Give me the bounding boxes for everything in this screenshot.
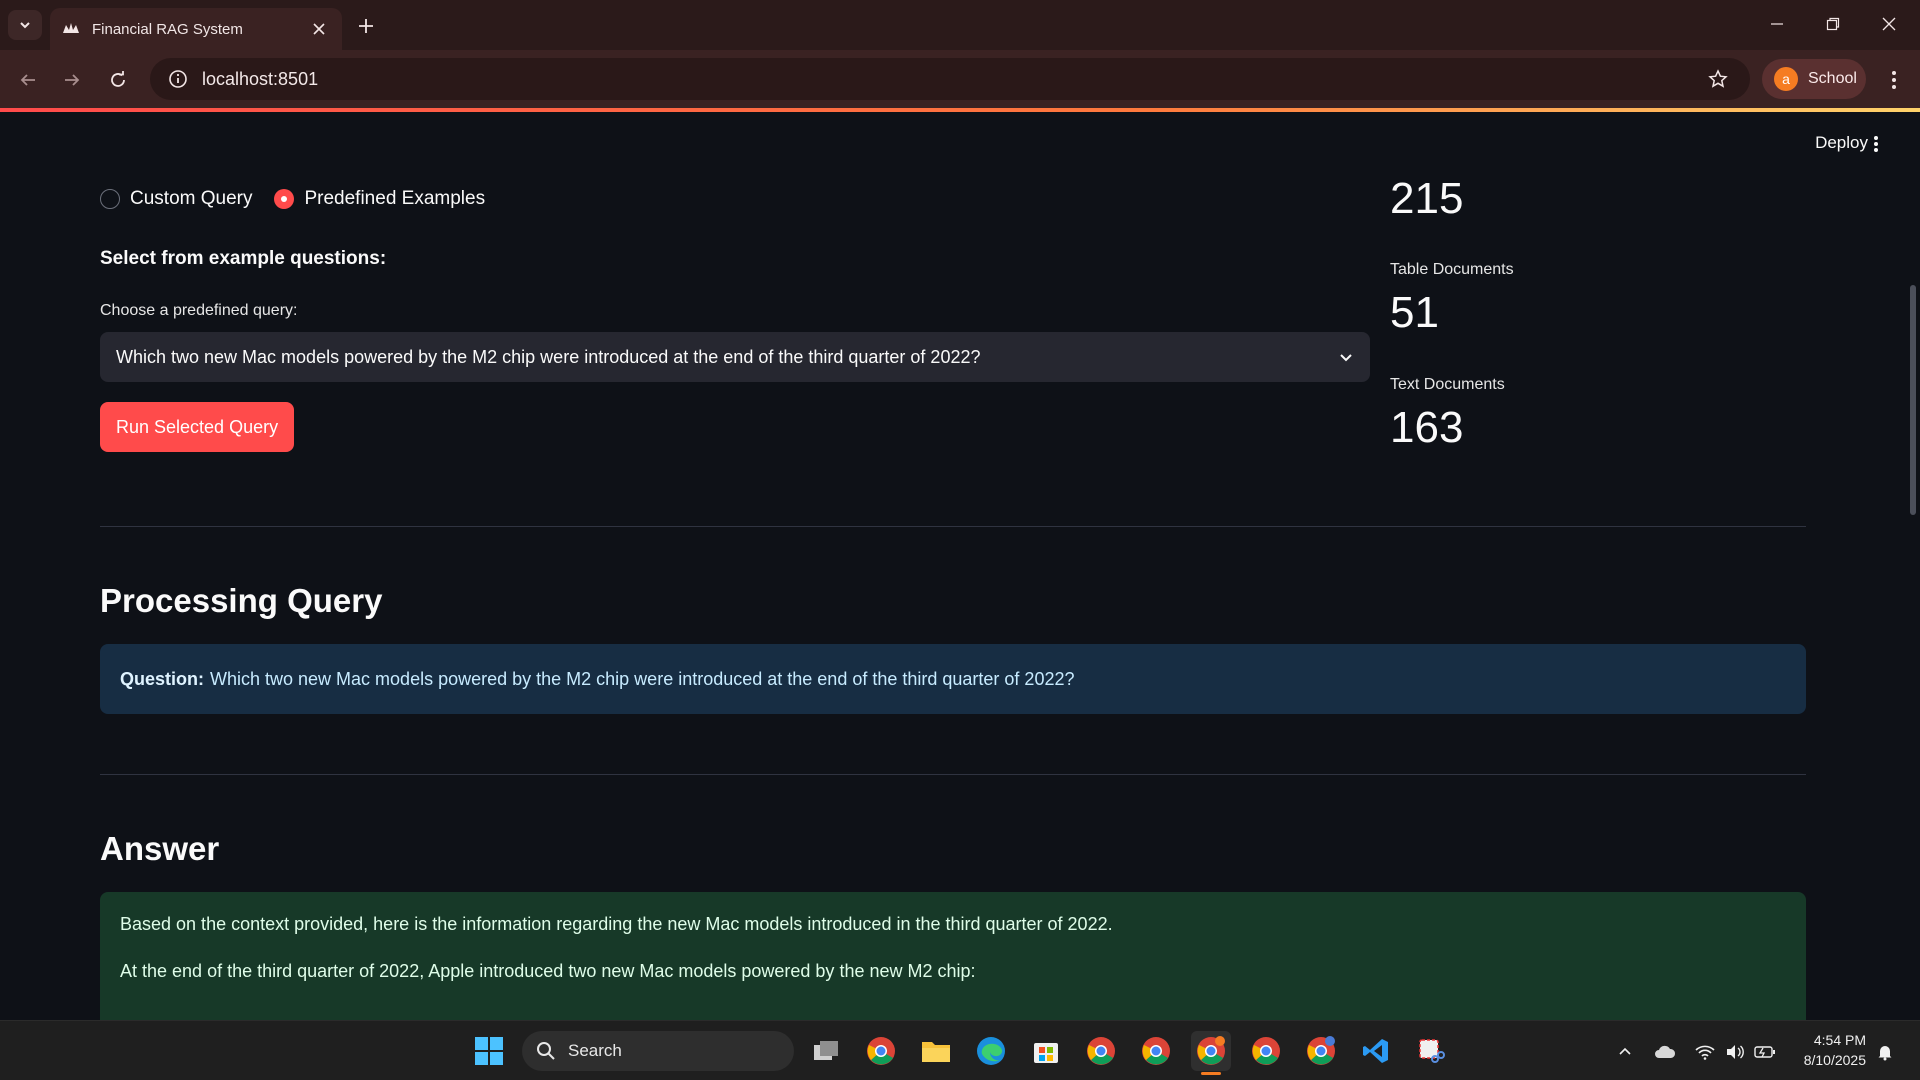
answer-paragraph: At the end of the third quarter of 2022,… bbox=[120, 961, 976, 981]
answer-heading: Answer bbox=[100, 830, 220, 867]
task-view-icon[interactable] bbox=[806, 1031, 846, 1071]
chrome-icon[interactable] bbox=[1191, 1031, 1231, 1071]
examples-heading: Select from example questions: bbox=[100, 248, 387, 269]
wifi-icon[interactable] bbox=[1692, 1039, 1718, 1065]
question-label: Question: bbox=[120, 668, 204, 689]
predefined-query-select[interactable]: Which two new Mac models powered by the … bbox=[100, 332, 1370, 382]
profile-button[interactable]: a School bbox=[1762, 59, 1866, 99]
search-label: Search bbox=[568, 1041, 622, 1060]
close-tab-icon[interactable] bbox=[308, 18, 330, 40]
app-menu-button[interactable] bbox=[1866, 134, 1886, 154]
query-mode-radio-group: Custom Query Predefined Examples bbox=[100, 188, 485, 210]
streamlit-favicon-icon bbox=[62, 20, 80, 38]
selected-query-value: Which two new Mac models powered by the … bbox=[116, 346, 981, 367]
kebab-menu-icon bbox=[1874, 136, 1878, 152]
url-text[interactable]: localhost:8501 bbox=[202, 69, 1698, 90]
bookmark-star-icon[interactable] bbox=[1698, 69, 1738, 89]
chrome-icon[interactable] bbox=[861, 1031, 901, 1071]
chrome-icon[interactable] bbox=[1136, 1031, 1176, 1071]
taskbar-clock[interactable]: 4:54 PM 8/10/2025 bbox=[1788, 1030, 1866, 1070]
chevron-up-icon[interactable] bbox=[1612, 1039, 1638, 1065]
file-explorer-icon[interactable] bbox=[916, 1031, 956, 1071]
profile-avatar: a bbox=[1774, 67, 1798, 91]
metric-table-label: Table Documents bbox=[1390, 261, 1514, 278]
radio-selected-icon[interactable] bbox=[274, 189, 295, 209]
chevron-down-icon bbox=[20, 22, 30, 29]
profile-label: School bbox=[1808, 70, 1857, 87]
back-button[interactable] bbox=[12, 64, 44, 96]
forward-button[interactable] bbox=[56, 64, 88, 96]
windows-start-icon[interactable] bbox=[469, 1031, 509, 1071]
deploy-button[interactable]: Deploy bbox=[1815, 133, 1868, 153]
restore-button[interactable] bbox=[1810, 8, 1856, 40]
browser-tab[interactable]: Financial RAG System bbox=[50, 8, 342, 50]
chevron-down-icon bbox=[1340, 354, 1352, 362]
question-text: Which two new Mac models powered by the … bbox=[210, 668, 1075, 689]
radio-label: Custom Query bbox=[130, 188, 253, 209]
metric-total-value: 215 bbox=[1390, 174, 1464, 223]
snipping-tool-icon[interactable] bbox=[1411, 1031, 1451, 1071]
battery-icon[interactable] bbox=[1752, 1039, 1778, 1065]
notification-bell-icon[interactable] bbox=[1872, 1039, 1898, 1065]
radio-label: Predefined Examples bbox=[304, 188, 486, 209]
radio-predefined-examples[interactable]: Predefined Examples bbox=[274, 188, 485, 210]
chrome-icon[interactable] bbox=[1081, 1031, 1121, 1071]
site-info-icon[interactable] bbox=[158, 69, 198, 89]
volume-icon[interactable] bbox=[1722, 1039, 1748, 1065]
processing-heading: Processing Query bbox=[100, 582, 383, 619]
radio-custom-query[interactable]: Custom Query bbox=[100, 188, 252, 210]
taskbar-search-box[interactable]: Search bbox=[522, 1031, 794, 1071]
kebab-menu-icon bbox=[1892, 71, 1896, 89]
browser-menu-button[interactable] bbox=[1878, 64, 1910, 96]
edge-icon[interactable] bbox=[971, 1031, 1011, 1071]
reload-icon bbox=[111, 71, 125, 87]
divider bbox=[100, 526, 1806, 527]
scrollbar[interactable] bbox=[1906, 112, 1920, 1020]
arrow-right-icon bbox=[65, 74, 80, 86]
question-info-box: Question: Which two new Mac models power… bbox=[100, 644, 1806, 714]
app-main: Deploy Custom Query Predefined Examples … bbox=[0, 112, 1920, 1020]
metric-text-label: Text Documents bbox=[1390, 376, 1505, 393]
tab-title: Financial RAG System bbox=[92, 20, 243, 38]
close-window-button[interactable] bbox=[1866, 8, 1912, 40]
plus-icon bbox=[359, 19, 373, 33]
metric-text-value: 163 bbox=[1390, 403, 1464, 452]
divider bbox=[100, 774, 1806, 775]
run-selected-query-button[interactable]: Run Selected Query bbox=[100, 402, 295, 452]
browser-tab-bar: Financial RAG System bbox=[0, 0, 1920, 50]
chrome-icon[interactable] bbox=[1246, 1031, 1286, 1071]
tab-search-button[interactable] bbox=[8, 10, 42, 40]
reload-button[interactable] bbox=[102, 64, 134, 96]
new-tab-button[interactable] bbox=[352, 12, 380, 40]
answer-box: Based on the context provided, here is t… bbox=[100, 892, 1806, 1020]
chrome-icon[interactable] bbox=[1301, 1031, 1341, 1071]
active-app-indicator bbox=[1201, 1072, 1221, 1075]
address-bar[interactable]: localhost:8501 bbox=[150, 58, 1750, 100]
clock-time: 4:54 PM bbox=[1813, 1032, 1866, 1048]
search-icon bbox=[537, 1042, 555, 1060]
radio-unselected-icon[interactable] bbox=[100, 189, 120, 209]
browser-toolbar: localhost:8501 a School bbox=[0, 50, 1920, 110]
clock-date: 8/10/2025 bbox=[1803, 1052, 1866, 1068]
onedrive-icon[interactable] bbox=[1652, 1039, 1678, 1065]
minimize-button[interactable] bbox=[1754, 8, 1800, 40]
vscode-icon[interactable] bbox=[1356, 1031, 1396, 1071]
scrollbar-thumb[interactable] bbox=[1910, 285, 1916, 515]
select-label: Choose a predefined query: bbox=[100, 302, 298, 319]
windows-taskbar: Search 4:54 PM 8/10/2025 bbox=[0, 1020, 1920, 1080]
arrow-left-icon bbox=[20, 74, 35, 86]
metric-table-value: 51 bbox=[1390, 288, 1439, 337]
answer-paragraph: Based on the context provided, here is t… bbox=[120, 914, 1113, 934]
store-icon[interactable] bbox=[1026, 1031, 1066, 1071]
